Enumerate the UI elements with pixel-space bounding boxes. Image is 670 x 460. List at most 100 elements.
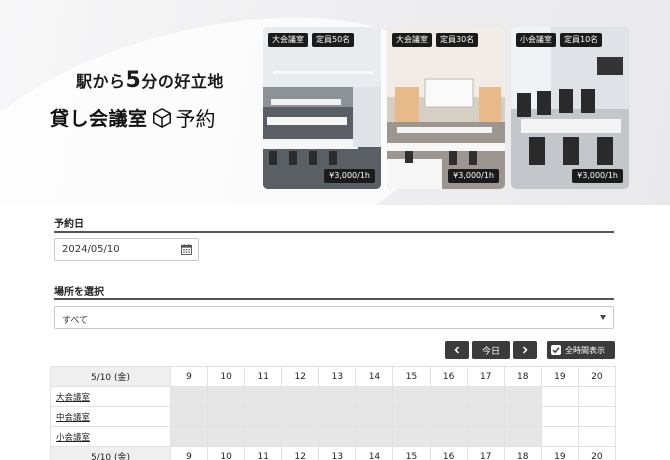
slot-available[interactable] bbox=[540, 406, 579, 427]
slot-unavailable bbox=[392, 426, 431, 447]
hour-footer: 19 bbox=[540, 446, 579, 460]
slot-unavailable bbox=[281, 386, 320, 407]
schedule-header-row: 5/10 (金) 9 10 11 12 13 14 15 16 17 18 19… bbox=[50, 366, 617, 387]
logo-text: 貸し会議室 bbox=[50, 108, 148, 130]
place-select[interactable]: すべて bbox=[54, 306, 614, 329]
schedule-table: 5/10 (金) 9 10 11 12 13 14 15 16 17 18 19… bbox=[50, 366, 617, 460]
schedule-footer-row: 5/10 (金) 9 10 11 12 13 14 15 16 17 18 19… bbox=[50, 446, 617, 460]
hour-header: 14 bbox=[355, 366, 394, 387]
room-link[interactable]: 大会議室 bbox=[56, 393, 90, 403]
slot-unavailable bbox=[429, 406, 468, 427]
price-badge: ¥3,000/1h bbox=[324, 169, 375, 183]
hour-footer: 17 bbox=[466, 446, 505, 460]
tagline-suffix: 分の好立地 bbox=[141, 72, 224, 91]
slot-unavailable bbox=[318, 426, 357, 447]
place-divider bbox=[54, 298, 614, 300]
room-badges: 大会議室 定員50名 bbox=[268, 33, 355, 47]
room-card-small-10[interactable]: 小会議室 定員10名 ¥3,000/1h bbox=[511, 27, 629, 189]
hour-footer: 13 bbox=[318, 446, 357, 460]
show-all-hours-toggle[interactable]: 全時間表示 bbox=[547, 341, 615, 359]
checkmark-icon bbox=[552, 347, 560, 354]
slot-unavailable bbox=[503, 426, 542, 447]
slot-unavailable bbox=[355, 426, 394, 447]
capacity-badge: 定員10名 bbox=[560, 33, 603, 47]
chevron-left-icon bbox=[454, 346, 460, 354]
slot-available[interactable] bbox=[540, 426, 579, 447]
hero-banner: 駅から5分の好立地 貸し会議室 予約 大会議室 定員50名 ¥3,000/1h … bbox=[0, 0, 670, 205]
place-selected-value: すべて bbox=[62, 316, 89, 326]
room-type-badge: 小会議室 bbox=[516, 33, 556, 47]
room-link[interactable]: 小会議室 bbox=[56, 433, 90, 443]
slot-available[interactable] bbox=[577, 426, 617, 447]
prev-day-button[interactable] bbox=[445, 341, 469, 359]
slot-unavailable bbox=[466, 386, 505, 407]
room-badges: 小会議室 定員10名 bbox=[516, 33, 603, 47]
room-photo bbox=[263, 27, 381, 189]
date-input[interactable]: 2024/05/10 bbox=[54, 238, 199, 261]
slot-unavailable bbox=[392, 406, 431, 427]
caret-down-icon bbox=[600, 315, 606, 320]
date-header: 5/10 (金) bbox=[50, 366, 171, 387]
logo-suffix: 予約 bbox=[175, 107, 216, 131]
slot-unavailable bbox=[207, 386, 246, 407]
price-badge: ¥3,000/1h bbox=[572, 169, 623, 183]
slot-available[interactable] bbox=[540, 386, 579, 407]
hour-footer: 12 bbox=[281, 446, 320, 460]
date-footer: 5/10 (金) bbox=[50, 446, 171, 460]
calendar-icon[interactable] bbox=[181, 244, 192, 255]
checkbox[interactable] bbox=[551, 345, 561, 355]
room-name-cell: 大会議室 bbox=[50, 386, 171, 407]
show-all-label: 全時間表示 bbox=[565, 345, 605, 355]
slot-unavailable bbox=[318, 386, 357, 407]
slot-unavailable bbox=[244, 386, 283, 407]
hour-header: 10 bbox=[207, 366, 246, 387]
hour-footer: 14 bbox=[355, 446, 394, 460]
hour-header: 16 bbox=[429, 366, 468, 387]
room-card-large-50[interactable]: 大会議室 定員50名 ¥3,000/1h bbox=[263, 27, 381, 189]
hour-header: 20 bbox=[577, 366, 617, 387]
place-label: 場所を選択 bbox=[54, 287, 104, 298]
slot-unavailable bbox=[281, 426, 320, 447]
slot-unavailable bbox=[466, 406, 505, 427]
room-type-badge: 大会議室 bbox=[392, 33, 432, 47]
chevron-right-icon bbox=[522, 346, 528, 354]
room-card-large-30[interactable]: 大会議室 定員30名 ¥3,000/1h bbox=[387, 27, 505, 189]
hour-header: 12 bbox=[281, 366, 320, 387]
capacity-badge: 定員30名 bbox=[436, 33, 479, 47]
slot-unavailable bbox=[207, 426, 246, 447]
table-row: 中会議室 bbox=[50, 406, 617, 427]
tagline-number: 5 bbox=[125, 68, 142, 93]
slot-available[interactable] bbox=[577, 386, 617, 407]
hour-header: 17 bbox=[466, 366, 505, 387]
slot-unavailable bbox=[429, 386, 468, 407]
tagline-prefix: 駅から bbox=[76, 72, 126, 91]
room-photo bbox=[511, 27, 629, 189]
hour-footer: 10 bbox=[207, 446, 246, 460]
capacity-badge: 定員50名 bbox=[312, 33, 355, 47]
hour-header: 11 bbox=[244, 366, 283, 387]
room-type-badge: 大会議室 bbox=[268, 33, 308, 47]
room-photo bbox=[387, 27, 505, 189]
today-label: 今日 bbox=[481, 346, 500, 357]
slot-unavailable bbox=[355, 406, 394, 427]
slot-unavailable bbox=[244, 406, 283, 427]
hour-footer: 11 bbox=[244, 446, 283, 460]
room-name-cell: 小会議室 bbox=[50, 426, 171, 447]
room-link[interactable]: 中会議室 bbox=[56, 413, 90, 423]
schedule-body: 大会議室 中会議室 小会議室 5/10 (金) 9 10 11 12 13 14… bbox=[50, 386, 617, 460]
slot-unavailable bbox=[503, 386, 542, 407]
hour-footer: 20 bbox=[577, 446, 617, 460]
hour-footer: 9 bbox=[169, 446, 209, 460]
table-row: 大会議室 bbox=[50, 386, 617, 407]
slot-available[interactable] bbox=[577, 406, 617, 427]
slot-unavailable bbox=[392, 386, 431, 407]
next-day-button[interactable] bbox=[513, 341, 537, 359]
slot-unavailable bbox=[503, 406, 542, 427]
hour-footer: 15 bbox=[392, 446, 431, 460]
slot-unavailable bbox=[169, 406, 209, 427]
hour-header: 13 bbox=[318, 366, 357, 387]
hour-header: 18 bbox=[503, 366, 542, 387]
hour-header: 9 bbox=[169, 366, 209, 387]
slot-unavailable bbox=[355, 386, 394, 407]
today-button[interactable]: 今日 bbox=[472, 341, 510, 359]
